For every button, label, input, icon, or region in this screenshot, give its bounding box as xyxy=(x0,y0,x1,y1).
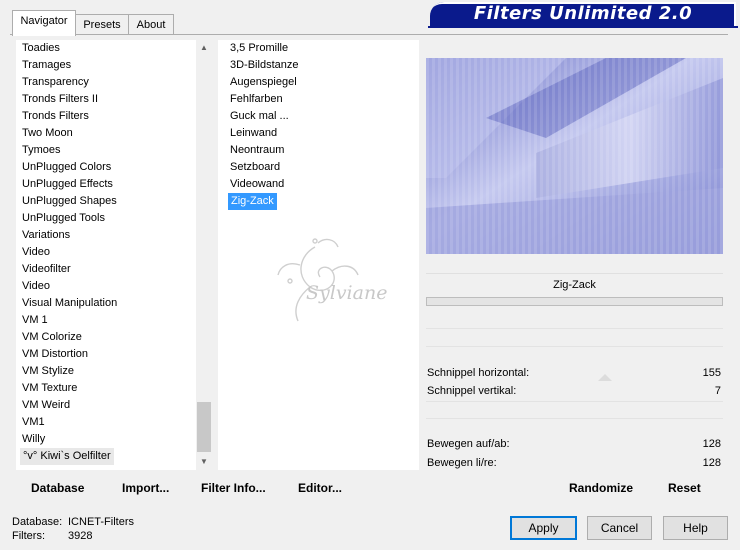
category-item[interactable]: VM Colorize xyxy=(20,329,117,346)
editor-button[interactable]: Editor... xyxy=(298,481,342,495)
param-bewegen-li-re[interactable]: Bewegen li/re: 128 xyxy=(426,455,723,471)
category-item[interactable]: VM Stylize xyxy=(20,363,117,380)
category-item[interactable]: Tronds Filters xyxy=(20,108,117,125)
randomize-button[interactable]: Randomize xyxy=(569,481,633,495)
category-item[interactable]: Tramages xyxy=(20,57,117,74)
param-separator xyxy=(426,328,723,329)
slider-thumb-icon[interactable] xyxy=(598,374,612,381)
param-schnippel-horizontal[interactable]: Schnippel horizontal: 155 xyxy=(426,365,723,381)
category-item[interactable]: VM Weird xyxy=(20,397,117,414)
filter-item[interactable]: 3D-Bildstanze xyxy=(228,57,298,74)
title-banner-stripe xyxy=(428,26,738,28)
filter-item[interactable]: Fehlfarben xyxy=(228,91,298,108)
scroll-up-icon[interactable]: ▲ xyxy=(196,40,212,56)
category-item[interactable]: Video xyxy=(20,244,117,261)
filter-item[interactable]: Videowand xyxy=(228,176,298,193)
scroll-down-icon[interactable]: ▼ xyxy=(196,454,212,470)
category-item[interactable]: UnPlugged Shapes xyxy=(20,193,117,210)
category-item[interactable]: Variations xyxy=(20,227,117,244)
category-item[interactable]: Toadies xyxy=(20,40,117,57)
category-item[interactable]: Tronds Filters II xyxy=(20,91,117,108)
category-item[interactable]: VM Distortion xyxy=(20,346,117,363)
tab-divider xyxy=(10,34,728,35)
category-item[interactable]: Videofilter xyxy=(20,261,117,278)
filter-name-label: Zig-Zack xyxy=(426,273,723,296)
category-scrollbar[interactable]: ▲ ▼ xyxy=(196,40,212,470)
param-bewegen-auf-ab[interactable]: Bewegen auf/ab: 128 xyxy=(426,436,723,452)
filter-panel: 3,5 Promille 3D-Bildstanze Augenspiegel Feh… xyxy=(218,40,419,470)
category-item[interactable]: VM 1 xyxy=(20,312,117,329)
category-item[interactable]: Transparency xyxy=(20,74,117,91)
database-button[interactable]: Database xyxy=(31,481,84,495)
watermark-text: Sylviane xyxy=(306,282,388,304)
category-item[interactable]: Willy xyxy=(20,431,117,448)
category-item[interactable]: Two Moon xyxy=(20,125,117,142)
category-item[interactable]: VM1 xyxy=(20,414,117,431)
tab-about[interactable]: About xyxy=(128,14,174,35)
scroll-thumb[interactable] xyxy=(197,402,211,452)
status-filters-label: Filters: xyxy=(12,530,45,542)
param-separator xyxy=(426,401,723,402)
cancel-button[interactable]: Cancel xyxy=(587,516,652,540)
category-item[interactable]: Video xyxy=(20,278,117,295)
param-value: 155 xyxy=(702,367,721,379)
category-item[interactable]: °v° Kiwi`s Oelfilter xyxy=(20,448,114,465)
param-separator xyxy=(426,418,723,419)
filter-list: 3,5 Promille 3D-Bildstanze Augenspiegel Feh… xyxy=(228,40,298,210)
import-button[interactable]: Import... xyxy=(122,481,169,495)
category-item[interactable]: UnPlugged Tools xyxy=(20,210,117,227)
status-filters-value: 3928 xyxy=(68,530,93,542)
reset-button[interactable]: Reset xyxy=(668,481,701,495)
category-item[interactable]: Visual Manipulation xyxy=(20,295,117,312)
help-button[interactable]: Help xyxy=(663,516,728,540)
param-value: 128 xyxy=(702,438,721,450)
param-value: 128 xyxy=(702,457,721,469)
param-label: Bewegen li/re: xyxy=(427,457,497,469)
category-list: Toadies Tramages Transparency Tronds Filter… xyxy=(20,40,117,465)
param-label: Schnippel vertikal: xyxy=(427,385,517,397)
category-item[interactable]: UnPlugged Effects xyxy=(20,176,117,193)
param-schnippel-vertikal[interactable]: Schnippel vertikal: 7 xyxy=(426,383,723,399)
status-filters: Filters: 3928 xyxy=(12,530,92,542)
filter-item[interactable]: Augenspiegel xyxy=(228,74,298,91)
apply-button[interactable]: Apply xyxy=(510,516,577,540)
filter-info-button[interactable]: Filter Info... xyxy=(201,481,266,495)
filter-item[interactable]: Guck mal ... xyxy=(228,108,298,125)
tab-presets[interactable]: Presets xyxy=(74,14,130,35)
app-title: Filters Unlimited 2.0 xyxy=(473,3,693,24)
category-item[interactable]: UnPlugged Colors xyxy=(20,159,117,176)
status-database-label: Database: xyxy=(12,516,63,528)
progress-bar xyxy=(426,297,723,306)
category-panel: Toadies Tramages Transparency Tronds Filter… xyxy=(16,40,212,470)
filter-item[interactable]: Neontraum xyxy=(228,142,298,159)
param-label: Bewegen auf/ab: xyxy=(427,438,510,450)
param-separator xyxy=(426,346,723,347)
category-item[interactable]: Tymoes xyxy=(20,142,117,159)
preview-image xyxy=(426,58,723,254)
filter-item[interactable]: Setzboard xyxy=(228,159,298,176)
filter-item[interactable]: Zig-Zack xyxy=(228,193,277,210)
filter-item[interactable]: Leinwand xyxy=(228,125,298,142)
tab-navigator[interactable]: Navigator xyxy=(12,10,76,36)
status-database-value: ICNET-Filters xyxy=(68,516,134,528)
param-label: Schnippel horizontal: xyxy=(427,367,530,379)
param-value: 7 xyxy=(714,385,721,397)
status-database: Database: ICNET-Filters xyxy=(12,516,134,528)
filter-item[interactable]: 3,5 Promille xyxy=(228,40,298,57)
category-item[interactable]: VM Texture xyxy=(20,380,117,397)
